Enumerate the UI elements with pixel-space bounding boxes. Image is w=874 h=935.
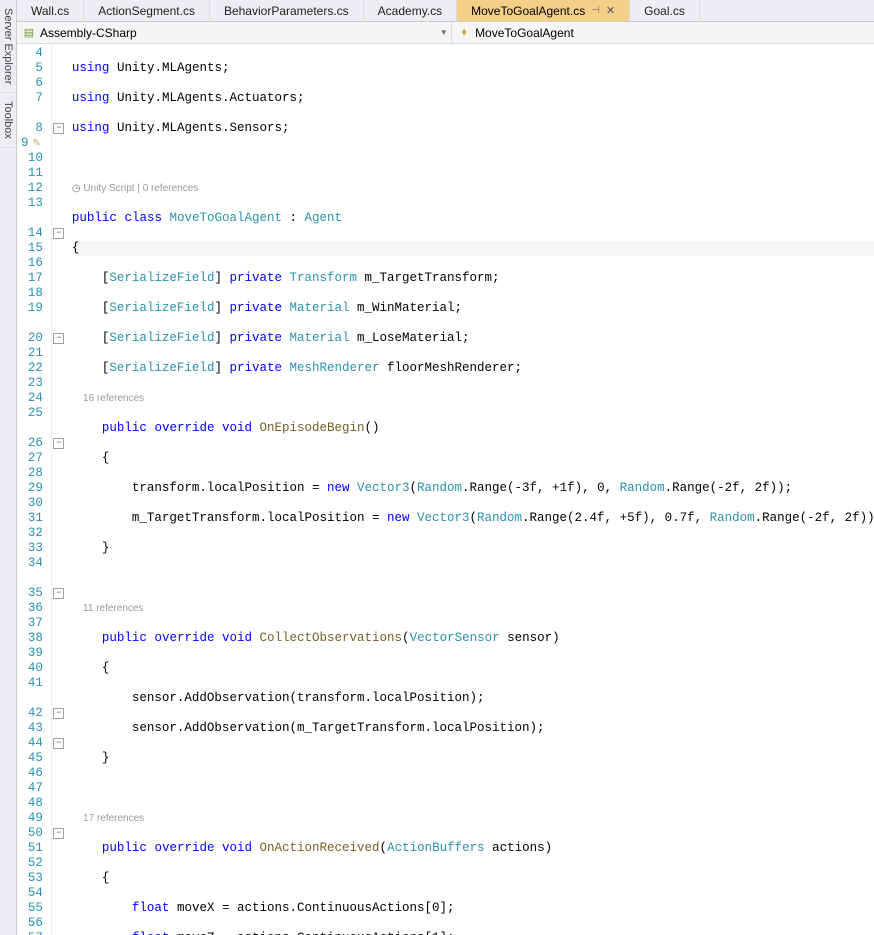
fold-toggle[interactable]: −	[53, 738, 64, 749]
side-tab-well: Server Explorer Toolbox	[0, 0, 17, 935]
fold-toggle[interactable]: −	[53, 708, 64, 719]
side-tab-toolbox[interactable]: Toolbox	[0, 93, 16, 148]
line-number-gutter: 456789 ✎10111213141516171819202122232425…	[17, 44, 52, 935]
fold-toggle[interactable]: −	[53, 588, 64, 599]
main-area: Wall.cs ActionSegment.cs BehaviorParamet…	[17, 0, 874, 935]
chevron-down-icon: ▾	[442, 27, 447, 38]
fold-toggle[interactable]: −	[53, 828, 64, 839]
code-editor[interactable]: 456789 ✎10111213141516171819202122232425…	[17, 44, 874, 935]
fold-toggle[interactable]: −	[53, 123, 64, 134]
fold-toggle[interactable]: −	[53, 438, 64, 449]
nav-project-dropdown[interactable]: ▤ Assembly-CSharp ▾	[17, 22, 452, 43]
tab-wall[interactable]: Wall.cs	[17, 0, 84, 21]
tab-goal[interactable]: Goal.cs	[630, 0, 700, 21]
csharp-project-icon: ▤	[22, 26, 36, 40]
nav-class-dropdown[interactable]: ⬧ MoveToGoalAgent ▾	[452, 22, 874, 43]
tab-movetogoalagent[interactable]: MoveToGoalAgent.cs ⊣ ✕	[457, 0, 630, 21]
side-tab-server-explorer[interactable]: Server Explorer	[0, 0, 16, 93]
close-icon[interactable]: ✕	[606, 4, 615, 17]
nav-project-label: Assembly-CSharp	[40, 26, 137, 40]
fold-column: − − − − − − − −	[52, 44, 66, 935]
fold-toggle[interactable]: −	[53, 333, 64, 344]
tab-academy[interactable]: Academy.cs	[364, 0, 457, 21]
document-tabs: Wall.cs ActionSegment.cs BehaviorParamet…	[17, 0, 874, 22]
fold-toggle[interactable]: −	[53, 228, 64, 239]
class-icon: ⬧	[457, 26, 471, 40]
pin-icon[interactable]: ⊣	[591, 5, 600, 16]
tab-label: MoveToGoalAgent.cs	[471, 4, 585, 18]
tab-actionsegment[interactable]: ActionSegment.cs	[84, 0, 210, 21]
nav-class-label: MoveToGoalAgent	[475, 26, 574, 40]
code-content[interactable]: using Unity.MLAgents; using Unity.MLAgen…	[66, 44, 874, 935]
navigation-bar: ▤ Assembly-CSharp ▾ ⬧ MoveToGoalAgent ▾	[17, 22, 874, 44]
tab-behaviorparameters[interactable]: BehaviorParameters.cs	[210, 0, 364, 21]
